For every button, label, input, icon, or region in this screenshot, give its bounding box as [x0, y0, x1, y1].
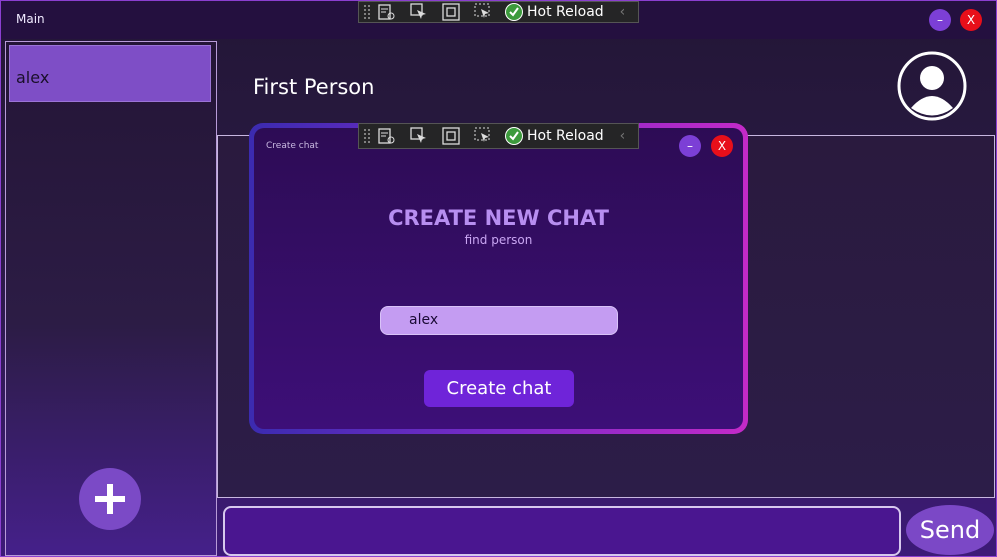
create-chat-button[interactable]: Create chat	[424, 370, 574, 407]
dialog-subheading: find person	[464, 233, 533, 247]
hot-reload-toolbar: Hot Reload ‹	[358, 1, 639, 23]
hot-reload-check-icon	[505, 127, 523, 145]
plus-icon	[95, 484, 125, 514]
add-chat-button[interactable]	[79, 468, 141, 530]
chevron-left-icon[interactable]: ‹	[620, 128, 626, 144]
display-adorners-icon[interactable]	[441, 2, 461, 22]
dialog-title: Create chat	[266, 141, 319, 151]
find-person-input[interactable]: alex	[380, 306, 618, 335]
window-title: Main	[16, 12, 45, 26]
track-focus-icon[interactable]	[473, 126, 493, 146]
select-element-icon[interactable]	[409, 2, 429, 22]
toolbar-grip[interactable]	[363, 128, 371, 144]
hot-reload-label[interactable]: Hot Reload	[527, 128, 604, 144]
send-button[interactable]: Send	[906, 505, 994, 555]
live-tree-icon[interactable]	[377, 126, 397, 146]
dialog-minimize-button[interactable]: –	[679, 135, 701, 157]
dialog-heading: CREATE NEW CHAT	[388, 206, 609, 230]
dialog-body: Create chat – X CREATE NEW CHAT find per…	[254, 128, 743, 429]
hot-reload-check-icon	[505, 3, 523, 21]
contact-item[interactable]: alex	[9, 45, 211, 102]
chat-contact-name: First Person	[253, 75, 375, 99]
toolbar-grip[interactable]	[363, 4, 371, 20]
select-element-icon[interactable]	[409, 126, 429, 146]
hot-reload-label[interactable]: Hot Reload	[527, 4, 604, 20]
close-button[interactable]: X	[960, 9, 982, 31]
main-window: Main – X alex First Person Send Hot Relo…	[0, 0, 997, 557]
chevron-left-icon[interactable]: ‹	[620, 4, 626, 20]
live-tree-icon[interactable]	[377, 2, 397, 22]
track-focus-icon[interactable]	[473, 2, 493, 22]
minimize-button[interactable]: –	[929, 9, 951, 31]
contacts-sidebar: alex	[5, 41, 217, 556]
dialog-hot-reload-toolbar: Hot Reload ‹	[358, 123, 639, 149]
user-avatar-icon[interactable]	[897, 51, 967, 121]
create-chat-dialog: Create chat – X CREATE NEW CHAT find per…	[249, 123, 748, 434]
contact-name: alex	[16, 68, 50, 87]
dialog-close-button[interactable]: X	[711, 135, 733, 157]
display-adorners-icon[interactable]	[441, 126, 461, 146]
message-input[interactable]	[223, 506, 901, 556]
